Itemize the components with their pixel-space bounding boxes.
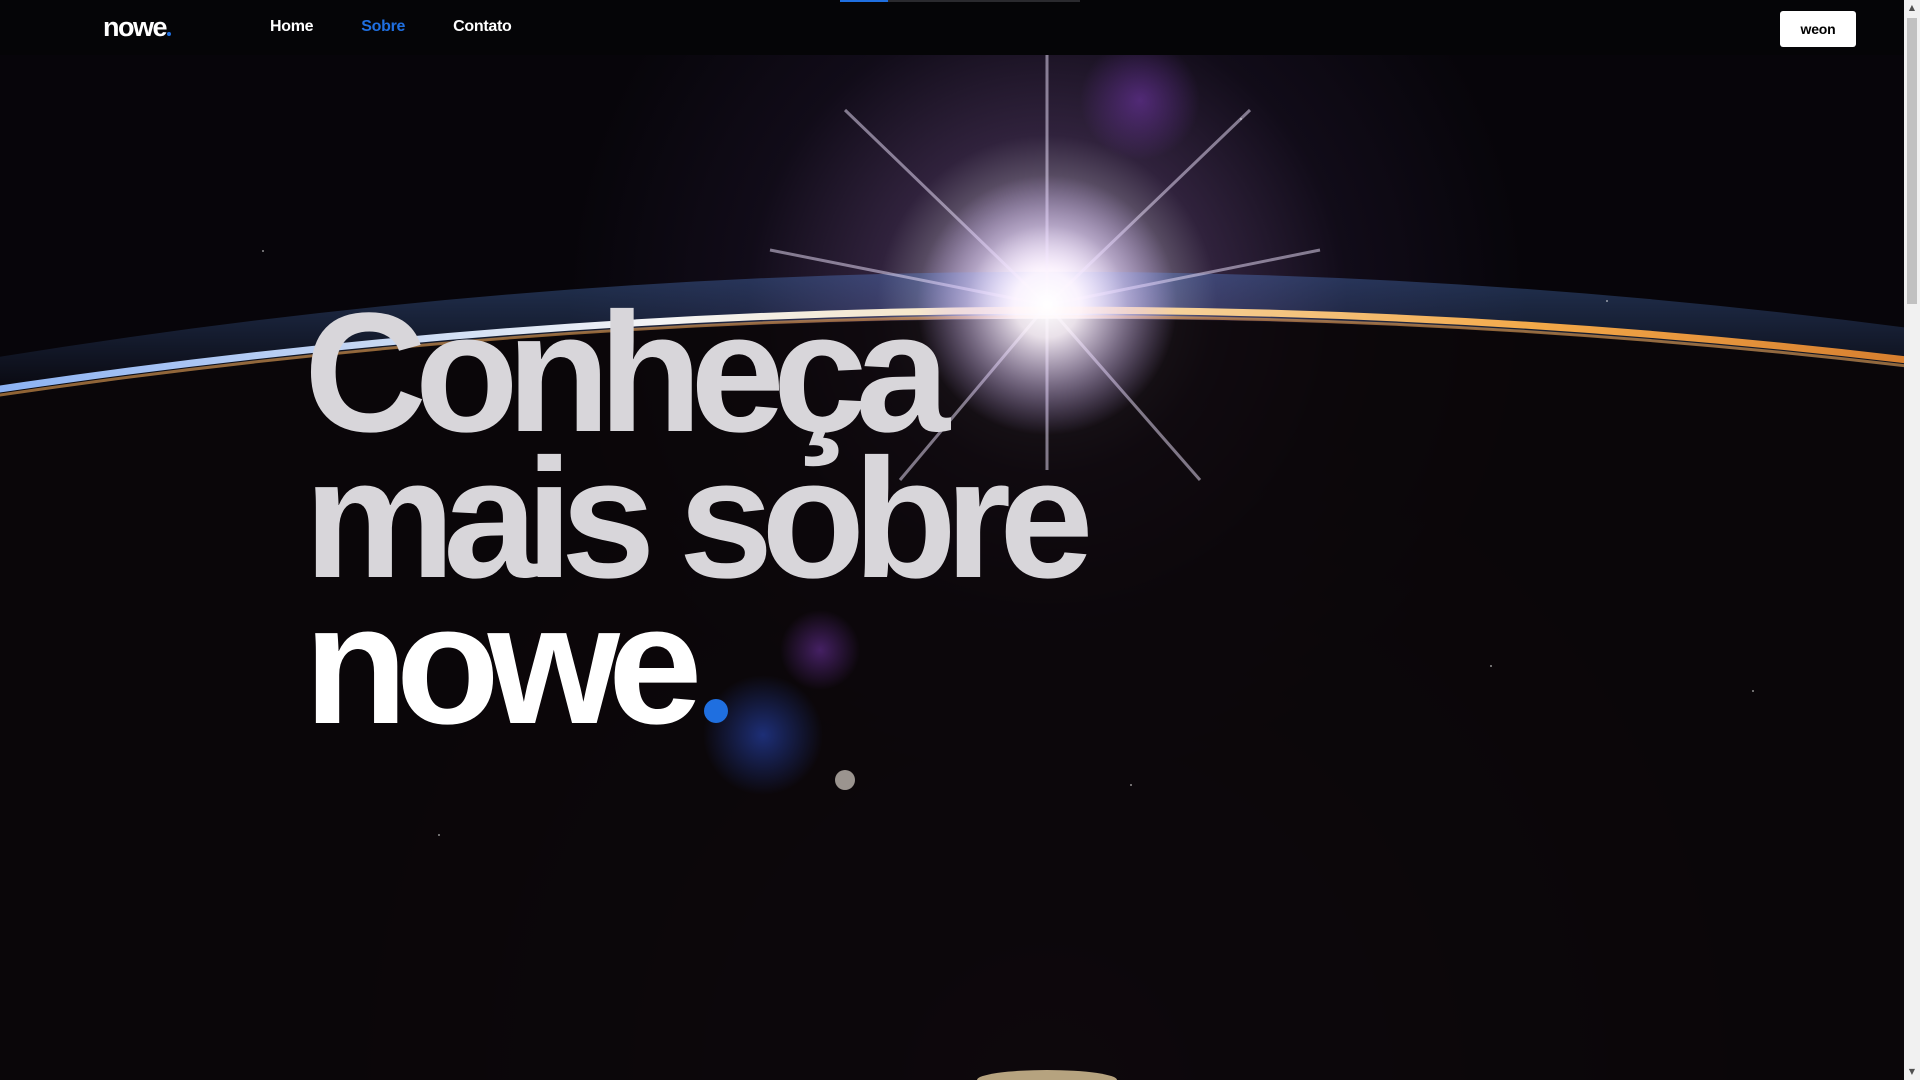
scroll-progress-fill — [840, 0, 888, 2]
star-decoration — [1606, 300, 1608, 302]
triangle-down-icon[interactable]: ▼ — [1904, 1064, 1920, 1080]
nav-link-contato[interactable]: Contato — [453, 16, 512, 38]
star-decoration — [1490, 665, 1492, 667]
headline-line-3: nowe — [304, 570, 702, 760]
brand-logo-text: nowe — [103, 12, 168, 42]
star-decoration — [1240, 118, 1242, 120]
top-navigation-bar: nowe Home Sobre Contato weon — [0, 0, 1904, 55]
headline-accent-dot — [704, 699, 729, 723]
login-button[interactable]: weon — [1780, 11, 1856, 47]
brand-logo[interactable]: nowe — [103, 12, 172, 42]
scrollbar-thumb[interactable] — [1907, 18, 1917, 304]
star-decoration — [1130, 784, 1132, 786]
star-decoration — [1752, 690, 1754, 692]
page-scrollbar[interactable]: ▲ ▼ — [1904, 0, 1920, 1080]
hero-headline: Conheça mais sobre nowe — [304, 288, 1094, 750]
logo-accent-dot — [167, 32, 172, 36]
star-decoration — [438, 834, 440, 836]
page: nowe Home Sobre Contato weon Conheça mai… — [0, 0, 1904, 1080]
nav-links: Home Sobre Contato — [270, 16, 559, 38]
scroll-progress-track — [840, 0, 1080, 2]
star-decoration — [262, 250, 264, 252]
nav-link-sobre[interactable]: Sobre — [361, 16, 405, 38]
nav-link-home[interactable]: Home — [270, 16, 314, 38]
triangle-up-icon[interactable]: ▲ — [1904, 0, 1920, 16]
